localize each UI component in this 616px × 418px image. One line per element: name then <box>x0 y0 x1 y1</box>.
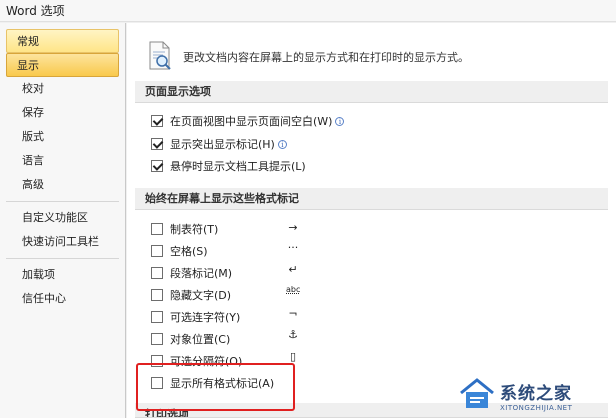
info-icon[interactable]: i <box>277 139 287 149</box>
sidebar-item-layout[interactable]: 版式 <box>6 125 119 149</box>
options-sidebar: 常规 显示 校对 保存 版式 语言 高级 自定义功能区 快速访问工具栏 加载项 … <box>0 23 126 418</box>
option-label: 制表符(T) <box>170 223 219 236</box>
watermark-cn: 系统之家 <box>500 383 572 404</box>
checkbox-optional-breaks[interactable] <box>151 355 163 367</box>
checkbox-show-whitespace[interactable] <box>151 115 163 127</box>
house-logo-icon <box>458 377 496 414</box>
sidebar-item-customize-ribbon[interactable]: 自定义功能区 <box>6 206 119 230</box>
sidebar-item-add-ins[interactable]: 加载项 <box>6 263 119 287</box>
option-label: 显示突出显示标记(H) <box>170 138 275 151</box>
intro-row: 更改文档内容在屏幕上的显示方式和在打印时的显示方式。 <box>147 37 469 77</box>
sidebar-divider <box>6 201 119 202</box>
sidebar-divider <box>6 258 119 259</box>
anchor-icon: ⚓ <box>288 328 298 341</box>
optional-break-mark-icon: ▯ <box>289 350 297 363</box>
sidebar-item-general[interactable]: 常规 <box>6 29 119 53</box>
section-formatting-marks: 始终在屏幕上显示这些格式标记 <box>135 188 608 210</box>
option-label: 空格(S) <box>170 245 208 258</box>
checkbox-tab-characters[interactable] <box>151 223 163 235</box>
option-object-anchors[interactable]: 对象位置(C) <box>151 329 230 349</box>
sidebar-item-display[interactable]: 显示 <box>6 53 119 77</box>
option-label: 对象位置(C) <box>170 333 231 346</box>
option-label: 可选连字符(Y) <box>170 311 241 324</box>
info-icon[interactable]: i <box>335 116 345 126</box>
option-show-whitespace[interactable]: 在页面视图中显示页面间空白(W) i <box>151 111 345 131</box>
option-label: 隐藏文字(D) <box>170 289 232 302</box>
sidebar-item-advanced[interactable]: 高级 <box>6 173 119 197</box>
options-main-panel: 更改文档内容在屏幕上的显示方式和在打印时的显示方式。 页面显示选项 在页面视图中… <box>127 23 616 418</box>
sidebar-item-language[interactable]: 语言 <box>6 149 119 173</box>
sidebar-item-trust-center[interactable]: 信任中心 <box>6 287 119 311</box>
hidden-text-mark-icon: abc <box>286 285 301 294</box>
watermark-text: 系统之家 XITONGZHIJIA.NET <box>500 379 572 412</box>
paragraph-mark-icon: ↵ <box>288 263 298 276</box>
checkbox-optional-hyphens[interactable] <box>151 311 163 323</box>
option-label: 在页面视图中显示页面间空白(W) <box>170 115 333 128</box>
checkbox-spaces[interactable] <box>151 245 163 257</box>
option-show-highlighter[interactable]: 显示突出显示标记(H) i <box>151 134 287 154</box>
option-label: 悬停时显示文档工具提示(L) <box>170 160 306 173</box>
checkbox-object-anchors[interactable] <box>151 333 163 345</box>
document-magnifier-icon <box>147 41 173 74</box>
option-optional-breaks[interactable]: 可选分隔符(O) <box>151 351 242 371</box>
option-show-all-formatting-marks[interactable]: 显示所有格式标记(A) <box>151 373 274 393</box>
option-optional-hyphens[interactable]: 可选连字符(Y) <box>151 307 240 327</box>
option-label: 可选分隔符(O) <box>170 355 243 368</box>
checkbox-paragraph-marks[interactable] <box>151 267 163 279</box>
checkbox-show-tooltips[interactable] <box>151 160 163 172</box>
watermark-en: XITONGZHIJIA.NET <box>500 403 573 412</box>
option-tab-characters[interactable]: 制表符(T) <box>151 219 218 239</box>
checkbox-show-all-formatting-marks[interactable] <box>151 377 163 389</box>
space-mark-icon: ··· <box>287 241 299 254</box>
option-show-tooltips[interactable]: 悬停时显示文档工具提示(L) <box>151 156 306 176</box>
sidebar-item-save[interactable]: 保存 <box>6 101 119 125</box>
tab-mark-icon: → <box>288 221 298 234</box>
option-label: 段落标记(M) <box>170 267 233 280</box>
checkbox-show-highlighter[interactable] <box>151 138 163 150</box>
option-hidden-text[interactable]: 隐藏文字(D) <box>151 285 231 305</box>
intro-text: 更改文档内容在屏幕上的显示方式和在打印时的显示方式。 <box>183 51 469 64</box>
window-title: Word 选项 <box>0 0 616 22</box>
option-spaces[interactable]: 空格(S) <box>151 241 208 261</box>
checkbox-hidden-text[interactable] <box>151 289 163 301</box>
site-watermark: 系统之家 XITONGZHIJIA.NET <box>458 372 616 418</box>
optional-hyphen-mark-icon: ¬ <box>288 307 298 320</box>
option-paragraph-marks[interactable]: 段落标记(M) <box>151 263 232 283</box>
sidebar-item-quick-access-toolbar[interactable]: 快速访问工具栏 <box>6 230 119 254</box>
sidebar-item-proofing[interactable]: 校对 <box>6 77 119 101</box>
option-label: 显示所有格式标记(A) <box>170 377 275 390</box>
section-page-display: 页面显示选项 <box>135 81 608 103</box>
